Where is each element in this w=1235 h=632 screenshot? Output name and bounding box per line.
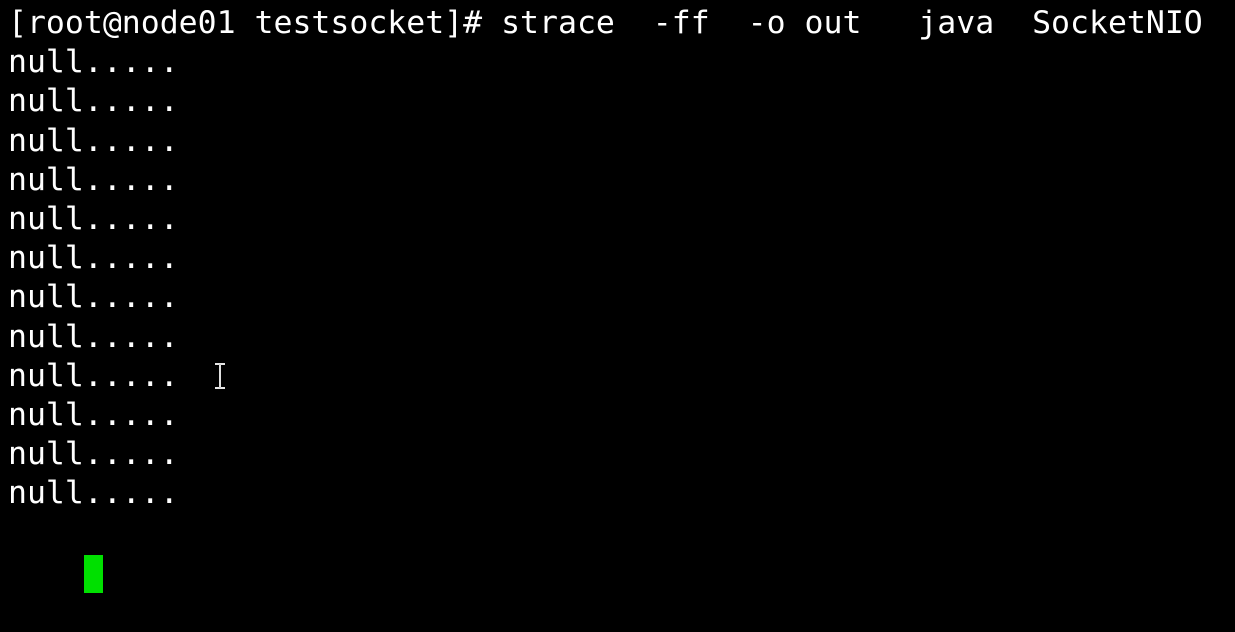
output-line: null.....	[8, 44, 179, 81]
output-line: null.....	[8, 161, 179, 198]
block-cursor	[83, 554, 103, 593]
output-line: null.....	[8, 240, 179, 277]
output-line: null.....	[8, 200, 179, 237]
output-line: null.....	[8, 318, 179, 355]
command-prompt-line: [root@node01 testsocket]# strace -ff -o …	[8, 5, 1203, 41]
output-line: null.....	[8, 475, 179, 512]
output-lines: null..... null..... null..... null..... …	[8, 43, 1235, 513]
ibeam-pointer-icon	[215, 363, 225, 389]
output-line: null.....	[8, 122, 179, 159]
output-line: null.....	[8, 396, 179, 433]
output-line: null.....	[8, 357, 179, 394]
output-line: null.....	[8, 83, 179, 120]
output-line: null.....	[8, 436, 179, 473]
terminal-window[interactable]: [root@node01 testsocket]# strace -ff -o …	[0, 0, 1235, 593]
output-line: null.....	[8, 279, 179, 316]
input-line[interactable]	[8, 513, 1235, 593]
